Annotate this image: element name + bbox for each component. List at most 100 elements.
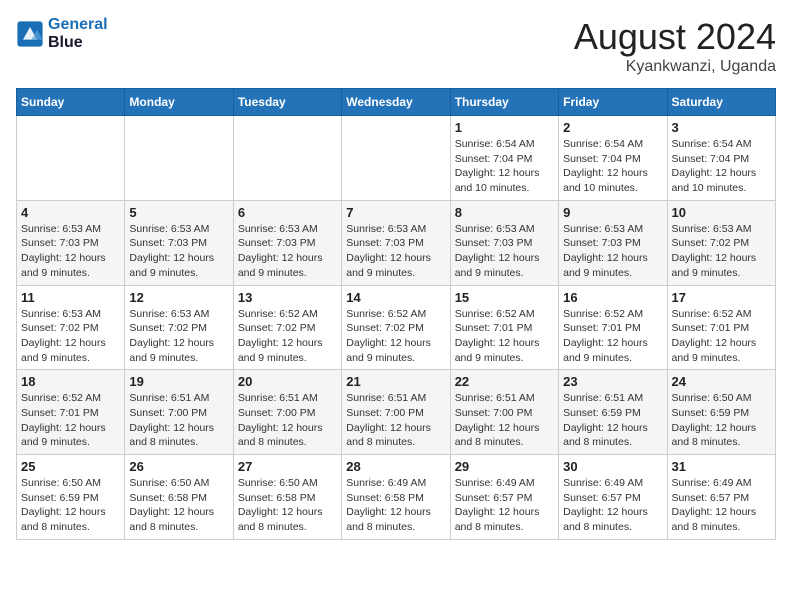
day-number: 24: [672, 374, 771, 389]
day-info: Sunrise: 6:52 AM Sunset: 7:01 PM Dayligh…: [563, 307, 662, 366]
logo-icon: [16, 20, 44, 48]
day-number: 7: [346, 205, 445, 220]
day-number: 30: [563, 459, 662, 474]
day-number: 16: [563, 290, 662, 305]
calendar-week-row: 1Sunrise: 6:54 AM Sunset: 7:04 PM Daylig…: [17, 116, 776, 201]
weekday-header-tuesday: Tuesday: [233, 89, 341, 116]
day-number: 3: [672, 120, 771, 135]
calendar-cell: 10Sunrise: 6:53 AM Sunset: 7:02 PM Dayli…: [667, 200, 775, 285]
day-number: 11: [21, 290, 120, 305]
day-number: 21: [346, 374, 445, 389]
calendar-cell: 2 Sunrise: 6:54 AM Sunset: 7:04 PM Daylig…: [559, 116, 667, 201]
day-number: 10: [672, 205, 771, 220]
calendar-cell: 21Sunrise: 6:51 AM Sunset: 7:00 PM Dayli…: [342, 370, 450, 455]
day-number: 15: [455, 290, 554, 305]
calendar-cell: 31Sunrise: 6:49 AM Sunset: 6:57 PM Dayli…: [667, 455, 775, 540]
day-info: Sunrise: 6:52 AM Sunset: 7:02 PM Dayligh…: [238, 307, 337, 366]
calendar-cell: 8 Sunrise: 6:53 AM Sunset: 7:03 PM Daylig…: [450, 200, 558, 285]
day-info: Sunrise: 6:53 AM Sunset: 7:03 PM Dayligh…: [238, 222, 337, 281]
day-number: 8: [455, 205, 554, 220]
day-number: 17: [672, 290, 771, 305]
calendar-cell: 20Sunrise: 6:51 AM Sunset: 7:00 PM Dayli…: [233, 370, 341, 455]
weekday-header-sunday: Sunday: [17, 89, 125, 116]
day-number: 23: [563, 374, 662, 389]
day-number: 25: [21, 459, 120, 474]
calendar-cell: 9 Sunrise: 6:53 AM Sunset: 7:03 PM Daylig…: [559, 200, 667, 285]
day-number: 28: [346, 459, 445, 474]
day-number: 22: [455, 374, 554, 389]
calendar-cell: 30 Sunrise: 6:49 AM Sunset: 6:57 PM Dayli…: [559, 455, 667, 540]
day-info: Sunrise: 6:52 AM Sunset: 7:01 PM Dayligh…: [672, 307, 771, 366]
calendar-cell: 15Sunrise: 6:52 AM Sunset: 7:01 PM Dayli…: [450, 285, 558, 370]
calendar-cell: 16 Sunrise: 6:52 AM Sunset: 7:01 PM Dayli…: [559, 285, 667, 370]
weekday-header-monday: Monday: [125, 89, 233, 116]
logo-line1: General: [48, 16, 108, 34]
calendar-week-row: 18Sunrise: 6:52 AM Sunset: 7:01 PM Dayli…: [17, 370, 776, 455]
day-info: Sunrise: 6:54 AM Sunset: 7:04 PM Dayligh…: [672, 137, 771, 196]
day-info: Sunrise: 6:49 AM Sunset: 6:57 PM Dayligh…: [672, 476, 771, 535]
day-number: 14: [346, 290, 445, 305]
day-info: Sunrise: 6:53 AM Sunset: 7:03 PM Dayligh…: [455, 222, 554, 281]
day-info: Sunrise: 6:51 AM Sunset: 7:00 PM Dayligh…: [129, 391, 228, 450]
day-number: 13: [238, 290, 337, 305]
calendar-cell: 13 Sunrise: 6:52 AM Sunset: 7:02 PM Dayli…: [233, 285, 341, 370]
calendar-cell: 25 Sunrise: 6:50 AM Sunset: 6:59 PM Dayli…: [17, 455, 125, 540]
calendar-cell: 17 Sunrise: 6:52 AM Sunset: 7:01 PM Dayli…: [667, 285, 775, 370]
title-block: August 2024 Kyankwanzi, Uganda: [574, 16, 776, 76]
calendar-cell: 7 Sunrise: 6:53 AM Sunset: 7:03 PM Daylig…: [342, 200, 450, 285]
day-info: Sunrise: 6:53 AM Sunset: 7:03 PM Dayligh…: [346, 222, 445, 281]
calendar-cell: 1Sunrise: 6:54 AM Sunset: 7:04 PM Daylig…: [450, 116, 558, 201]
month-year-title: August 2024: [574, 16, 776, 58]
calendar-cell: 26Sunrise: 6:50 AM Sunset: 6:58 PM Dayli…: [125, 455, 233, 540]
day-number: 26: [129, 459, 228, 474]
day-info: Sunrise: 6:50 AM Sunset: 6:59 PM Dayligh…: [672, 391, 771, 450]
calendar-cell: 11 Sunrise: 6:53 AM Sunset: 7:02 PM Dayli…: [17, 285, 125, 370]
weekday-header-friday: Friday: [559, 89, 667, 116]
calendar-cell: 27Sunrise: 6:50 AM Sunset: 6:58 PM Dayli…: [233, 455, 341, 540]
day-number: 20: [238, 374, 337, 389]
calendar-cell: 28Sunrise: 6:49 AM Sunset: 6:58 PM Dayli…: [342, 455, 450, 540]
calendar-cell: [17, 116, 125, 201]
calendar-cell: 5Sunrise: 6:53 AM Sunset: 7:03 PM Daylig…: [125, 200, 233, 285]
day-info: Sunrise: 6:49 AM Sunset: 6:57 PM Dayligh…: [455, 476, 554, 535]
calendar-cell: 4 Sunrise: 6:53 AM Sunset: 7:03 PM Daylig…: [17, 200, 125, 285]
day-info: Sunrise: 6:54 AM Sunset: 7:04 PM Dayligh…: [563, 137, 662, 196]
calendar-cell: 23Sunrise: 6:51 AM Sunset: 6:59 PM Dayli…: [559, 370, 667, 455]
weekday-header-wednesday: Wednesday: [342, 89, 450, 116]
day-info: Sunrise: 6:53 AM Sunset: 7:02 PM Dayligh…: [129, 307, 228, 366]
calendar-cell: 29Sunrise: 6:49 AM Sunset: 6:57 PM Dayli…: [450, 455, 558, 540]
location-subtitle: Kyankwanzi, Uganda: [574, 58, 776, 76]
calendar-header-row: SundayMondayTuesdayWednesdayThursdayFrid…: [17, 89, 776, 116]
day-number: 5: [129, 205, 228, 220]
calendar-cell: [342, 116, 450, 201]
day-number: 12: [129, 290, 228, 305]
calendar-cell: [233, 116, 341, 201]
calendar-cell: 6 Sunrise: 6:53 AM Sunset: 7:03 PM Daylig…: [233, 200, 341, 285]
weekday-header-thursday: Thursday: [450, 89, 558, 116]
calendar-cell: 3 Sunrise: 6:54 AM Sunset: 7:04 PM Daylig…: [667, 116, 775, 201]
calendar-week-row: 4 Sunrise: 6:53 AM Sunset: 7:03 PM Daylig…: [17, 200, 776, 285]
day-number: 2: [563, 120, 662, 135]
calendar-cell: [125, 116, 233, 201]
day-number: 9: [563, 205, 662, 220]
day-info: Sunrise: 6:50 AM Sunset: 6:59 PM Dayligh…: [21, 476, 120, 535]
calendar-cell: 14 Sunrise: 6:52 AM Sunset: 7:02 PM Dayli…: [342, 285, 450, 370]
logo-line2: Blue: [48, 34, 108, 52]
day-number: 4: [21, 205, 120, 220]
calendar-cell: 22 Sunrise: 6:51 AM Sunset: 7:00 PM Dayli…: [450, 370, 558, 455]
day-info: Sunrise: 6:53 AM Sunset: 7:03 PM Dayligh…: [21, 222, 120, 281]
day-info: Sunrise: 6:54 AM Sunset: 7:04 PM Dayligh…: [455, 137, 554, 196]
logo: General Blue: [16, 16, 108, 51]
calendar-cell: 24 Sunrise: 6:50 AM Sunset: 6:59 PM Dayli…: [667, 370, 775, 455]
calendar-table: SundayMondayTuesdayWednesdayThursdayFrid…: [16, 88, 776, 540]
day-info: Sunrise: 6:52 AM Sunset: 7:02 PM Dayligh…: [346, 307, 445, 366]
day-info: Sunrise: 6:53 AM Sunset: 7:03 PM Dayligh…: [563, 222, 662, 281]
day-number: 19: [129, 374, 228, 389]
day-number: 27: [238, 459, 337, 474]
day-info: Sunrise: 6:53 AM Sunset: 7:02 PM Dayligh…: [21, 307, 120, 366]
calendar-cell: 12 Sunrise: 6:53 AM Sunset: 7:02 PM Dayli…: [125, 285, 233, 370]
day-info: Sunrise: 6:49 AM Sunset: 6:57 PM Dayligh…: [563, 476, 662, 535]
page-header: General Blue August 2024 Kyankwanzi, Uga…: [16, 16, 776, 76]
day-info: Sunrise: 6:51 AM Sunset: 7:00 PM Dayligh…: [455, 391, 554, 450]
day-number: 6: [238, 205, 337, 220]
